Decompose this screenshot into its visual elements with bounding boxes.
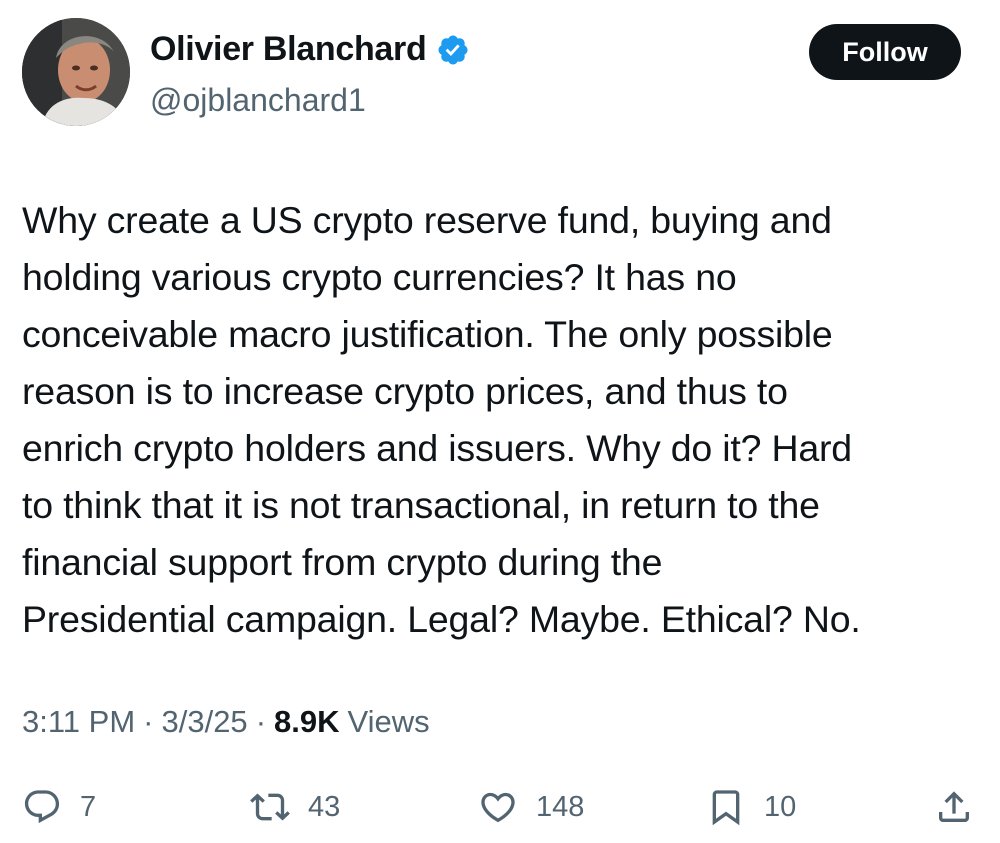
tweet-text-line: reason is to increase crypto prices, and… — [22, 370, 788, 412]
meta-separator: · — [143, 704, 154, 739]
reply-icon — [24, 790, 60, 824]
avatar[interactable] — [22, 18, 130, 126]
tweet-text: Why create a US crypto reserve fund, buy… — [22, 192, 978, 648]
author-handle[interactable]: @ojblanchard1 — [150, 82, 366, 119]
tweet-meta: 3:11 PM · 3/3/25 · 8.9K Views — [22, 704, 430, 740]
tweet-date[interactable]: 3/3/25 — [161, 704, 247, 740]
share-button[interactable] — [934, 786, 974, 828]
like-count: 148 — [536, 790, 585, 823]
avatar-photo — [22, 18, 130, 126]
meta-separator: · — [255, 704, 267, 739]
bookmark-button[interactable]: 10 — [706, 786, 796, 828]
reply-button[interactable]: 7 — [22, 786, 96, 828]
tweet-text-line: Why create a US crypto reserve fund, buy… — [22, 199, 832, 241]
tweet-time[interactable]: 3:11 PM — [22, 704, 135, 740]
tweet-card: Olivier Blanchard @ojblanchard1 Follow W… — [0, 0, 1000, 843]
tweet-text-line: holding various crypto currencies? It ha… — [22, 256, 737, 298]
verified-badge-icon[interactable] — [436, 33, 470, 67]
tweet-text-line: Presidential campaign. Legal? Maybe. Eth… — [22, 598, 861, 640]
views-label: Views — [347, 704, 430, 739]
views-count[interactable]: 8.9K — [274, 704, 339, 740]
tweet-text-line: to think that it is not transactional, i… — [22, 484, 820, 526]
tweet-text-line: enrich crypto holders and issuers. Why d… — [22, 427, 852, 469]
tweet-text-line: financial support from crypto during the — [22, 541, 663, 583]
heart-icon — [481, 792, 515, 823]
bookmark-count: 10 — [764, 790, 797, 823]
like-button[interactable]: 148 — [478, 786, 584, 828]
repost-count: 43 — [308, 790, 341, 823]
share-icon — [939, 791, 969, 822]
repost-button[interactable]: 43 — [250, 786, 340, 828]
reply-count: 7 — [80, 790, 97, 823]
author-name-row: Olivier Blanchard — [150, 30, 470, 69]
repost-icon — [250, 793, 290, 821]
follow-button[interactable]: Follow — [809, 24, 961, 80]
bookmark-icon — [712, 790, 740, 826]
tweet-text-line: conceivable macro justification. The onl… — [22, 313, 833, 355]
author-display-name[interactable]: Olivier Blanchard — [150, 30, 427, 69]
